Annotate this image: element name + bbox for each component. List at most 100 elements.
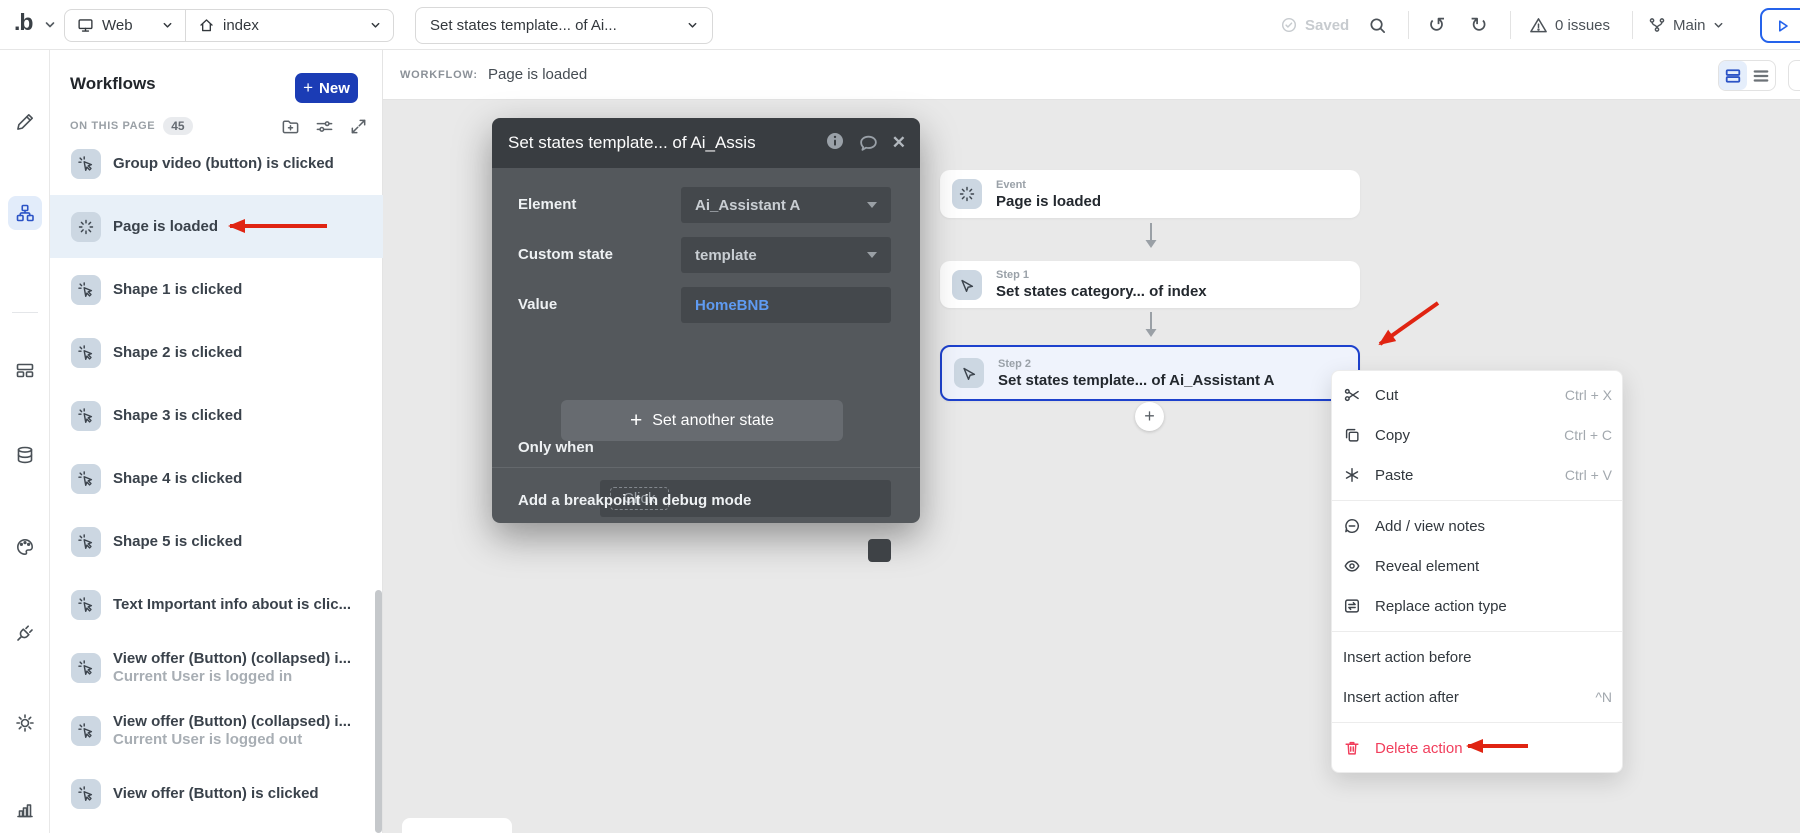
context-menu-insert-action-after[interactable]: Insert action after^N (1332, 677, 1622, 717)
left-icon-rail: ? (0, 50, 50, 833)
set-another-state-button[interactable]: +Set another state (561, 400, 843, 441)
card-kind: Step 1 (996, 269, 1207, 281)
context-menu-replace-action-type[interactable]: Replace action type (1332, 586, 1622, 626)
close-icon[interactable]: ✕ (892, 133, 906, 153)
bubble-logo[interactable]: .b (14, 9, 32, 36)
plug-icon (15, 623, 35, 643)
canvas-zoom-box[interactable] (402, 818, 512, 833)
workflows-tab[interactable] (8, 196, 42, 230)
trash-icon (1343, 739, 1361, 757)
workflow-label: View offer (Button) (collapsed) i... (113, 713, 351, 731)
layout-icon (15, 360, 35, 380)
workflow-list-item-selected[interactable]: Page is loaded (50, 195, 383, 258)
page-dropdown[interactable]: index (185, 10, 393, 41)
list-view-icon (1752, 67, 1770, 85)
notes-panel-button[interactable] (1788, 60, 1800, 91)
event-card[interactable]: EventPage is loaded (940, 170, 1360, 218)
search-button[interactable] (1368, 0, 1387, 50)
issues-indicator[interactable]: 0 issues (1529, 0, 1610, 50)
workflow-list-item[interactable]: Shape 5 is clicked (50, 510, 383, 573)
page-label: index (223, 17, 259, 34)
click-icon (71, 464, 101, 494)
toolbar-divider (1408, 11, 1409, 39)
logs-tab[interactable] (8, 793, 42, 827)
settings-tab[interactable] (8, 706, 42, 740)
pages-tab[interactable] (8, 353, 42, 387)
workflow-list-item[interactable]: View offer (Button) is clicked (50, 762, 383, 825)
plugins-tab[interactable] (8, 616, 42, 650)
redo-icon[interactable]: ↻ (1470, 0, 1488, 50)
add-action-button[interactable]: + (1135, 402, 1164, 431)
bubble-editor: .b Web index Set states template... of A… (0, 0, 1800, 833)
pointer-icon (954, 358, 984, 388)
plus-icon: + (1144, 406, 1155, 427)
workflow-label: Shape 1 is clicked (113, 281, 242, 299)
workflow-list-item[interactable]: Shape 4 is clicked (50, 447, 383, 510)
context-menu-add-view-notes[interactable]: Add / view notes (1332, 506, 1622, 546)
step2-card-selected[interactable]: Step 2Set states template... of Ai_Assis… (940, 345, 1360, 401)
workflow-list-item[interactable]: Group video (button) is clicked (50, 132, 383, 195)
branch-dropdown[interactable]: Main (1648, 0, 1724, 50)
workflow-label: Shape 4 is clicked (113, 470, 242, 488)
paste-icon (1343, 466, 1361, 484)
workflow-list-item[interactable]: Shape 2 is clicked (50, 321, 383, 384)
click-icon (71, 338, 101, 368)
click-icon (71, 590, 101, 620)
click-icon (71, 653, 101, 683)
element-dropdown[interactable]: Ai_Assistant A (681, 187, 891, 223)
page-load-burst-icon (952, 179, 982, 209)
new-workflow-button[interactable]: + New (295, 73, 358, 103)
workflow-selector-dropdown[interactable]: Set states template... of Ai... (415, 7, 713, 44)
value-field[interactable]: HomeBNB (681, 287, 891, 323)
design-tab[interactable] (8, 105, 42, 139)
context-menu-cut[interactable]: CutCtrl + X (1332, 375, 1622, 415)
workflow-label: View offer (Button) (collapsed) i... (113, 650, 351, 668)
workflow-list-item[interactable]: Text Important info about is clic... (50, 573, 383, 636)
context-menu-delete-action[interactable]: Delete action (1332, 728, 1622, 768)
notes-icon (1343, 517, 1361, 535)
styles-tab[interactable] (8, 530, 42, 564)
context-menu-copy[interactable]: CopyCtrl + C (1332, 415, 1622, 455)
menu-divider (1332, 631, 1622, 632)
preview-button[interactable] (1760, 8, 1800, 43)
custom-state-dropdown[interactable]: template (681, 237, 891, 273)
workflow-list-item[interactable]: Shape 1 is clicked (50, 258, 383, 321)
step1-card[interactable]: Step 1 Set states category... of index (940, 261, 1360, 308)
panel-scrollbar[interactable] (375, 590, 382, 833)
workflow-list-item[interactable]: View offer (Button) (collapsed) i...Curr… (50, 699, 383, 762)
click-icon (71, 275, 101, 305)
cards-view-button[interactable] (1719, 61, 1747, 90)
scope-label: ON THIS PAGE (70, 120, 155, 132)
workflow-label: View offer (Button) is clicked (113, 785, 319, 803)
comment-icon[interactable] (858, 133, 879, 154)
card-title: Set states category... of index (996, 283, 1207, 300)
info-icon[interactable] (825, 131, 845, 156)
cards-view-icon (1724, 67, 1742, 85)
flow-connector-arrow-icon (1142, 222, 1160, 250)
logo-menu-chevron-icon[interactable] (44, 19, 56, 31)
undo-icon[interactable]: ↺ (1428, 0, 1446, 50)
breakpoint-checkbox[interactable] (868, 539, 891, 562)
workflow-label: Shape 2 is clicked (113, 344, 242, 362)
element-label: Element (518, 196, 576, 213)
data-tab[interactable] (8, 438, 42, 472)
palette-icon (15, 537, 35, 557)
context-menu-paste[interactable]: PasteCtrl + V (1332, 455, 1622, 495)
workflow-label: Shape 3 is clicked (113, 407, 242, 425)
chevron-down-icon (867, 252, 877, 258)
plus-icon: + (630, 409, 642, 433)
workflow-list-item[interactable]: Shape 3 is clicked (50, 384, 383, 447)
modal-header[interactable]: Set states template... of Ai_Assis ✕ (492, 118, 920, 168)
click-icon (71, 401, 101, 431)
list-view-button[interactable] (1747, 61, 1775, 90)
workflow-list-item[interactable]: View offer (Button) (collapsed) i...Curr… (50, 636, 383, 699)
platform-dropdown[interactable]: Web (65, 10, 185, 41)
platform-page-switcher: Web index (64, 9, 394, 42)
page-load-burst-icon (71, 212, 101, 242)
chevron-down-icon (687, 20, 698, 31)
context-menu-reveal-element[interactable]: Reveal element (1332, 546, 1622, 586)
workflow-sublabel: Current User is logged in (113, 668, 351, 686)
context-menu-insert-action-before[interactable]: Insert action before (1332, 637, 1622, 677)
gear-icon (15, 713, 35, 733)
click-icon (71, 716, 101, 746)
